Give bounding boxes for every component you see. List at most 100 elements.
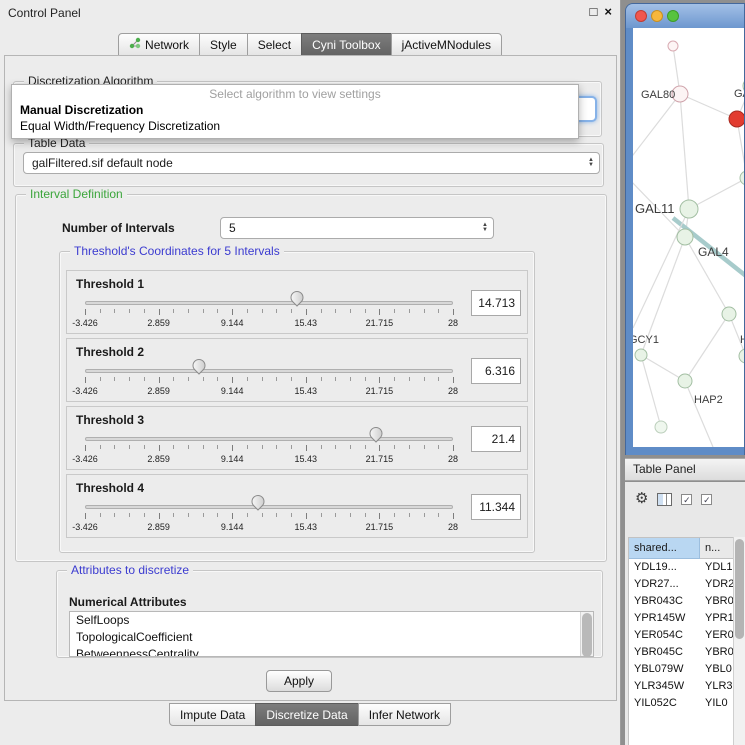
node-table[interactable]: shared...n... YDL19...YDL1YDR27...YDR2YB… [628, 537, 734, 745]
table-cell[interactable]: YBR0 [700, 644, 733, 661]
network-node[interactable] [655, 421, 667, 433]
attributes-scrollbar[interactable] [580, 612, 593, 656]
table-cell[interactable]: YDR2 [700, 576, 733, 593]
table-row[interactable]: YLR345WYLR3 [629, 678, 733, 695]
checkbox-icon[interactable]: ✓ [701, 494, 712, 505]
slider-track[interactable] [85, 505, 453, 509]
network-node[interactable] [740, 171, 744, 185]
threshold-slider[interactable]: -3.4262.8599.14415.4321.71528 [85, 363, 453, 399]
table-cell[interactable]: YPR1 [700, 610, 733, 627]
table-cell[interactable]: YLR345W [629, 678, 700, 695]
algorithm-option[interactable]: Manual Discretization [12, 102, 578, 118]
threshold-value[interactable]: 21.4 [471, 426, 521, 452]
table-cell[interactable]: YBR0 [700, 593, 733, 610]
threshold-value[interactable]: 6.316 [471, 358, 521, 384]
tab-jactivemnodules[interactable]: jActiveMNodules [391, 33, 502, 56]
table-cell[interactable]: YBL079W [629, 661, 700, 678]
bottom-tab-infer-network[interactable]: Infer Network [358, 703, 451, 726]
table-cell[interactable]: YBR043C [629, 593, 700, 610]
scale-label: 9.144 [221, 454, 244, 464]
network-node[interactable] [722, 307, 736, 321]
threshold-panel: Threshold 2 -3.4262.8599.14415.4321.7152… [66, 338, 528, 402]
network-edge[interactable] [685, 381, 713, 447]
table-row[interactable]: YBR045CYBR0 [629, 644, 733, 661]
checkbox-icon[interactable]: ✓ [681, 494, 692, 505]
table-cell[interactable]: YLR3 [700, 678, 733, 695]
number-of-intervals-combobox[interactable]: 5 ▲▼ [220, 217, 494, 239]
table-cell[interactable]: YER0 [700, 627, 733, 644]
threshold-value[interactable]: 14.713 [471, 290, 521, 316]
column-header[interactable]: shared... [629, 538, 700, 559]
threshold-value[interactable]: 11.344 [471, 494, 521, 520]
threshold-slider[interactable]: -3.4262.8599.14415.4321.71528 [85, 431, 453, 467]
table-row[interactable]: YBL079WYBL0 [629, 661, 733, 678]
table-data-combobox[interactable]: galFiltered.sif default node ▲▼ [23, 152, 600, 174]
table-cell[interactable]: YDR27... [629, 576, 700, 593]
apply-button[interactable]: Apply [266, 670, 332, 692]
column-header[interactable]: n... [700, 538, 733, 559]
network-node[interactable] [635, 349, 647, 361]
network-window-titlebar[interactable] [626, 4, 744, 28]
network-node[interactable] [680, 200, 698, 218]
network-edge[interactable] [633, 209, 689, 328]
table-row[interactable]: YBR043CYBR0 [629, 593, 733, 610]
attribute-list-item[interactable]: SelfLoops [70, 612, 593, 629]
attribute-list-item[interactable]: BetweennessCentrality [70, 646, 593, 657]
table-row[interactable]: YPR145WYPR1 [629, 610, 733, 627]
table-scrollbar-thumb[interactable] [735, 539, 744, 639]
threshold-slider[interactable]: -3.4262.8599.14415.4321.71528 [85, 295, 453, 331]
gear-icon[interactable]: ⚙ [635, 491, 648, 507]
table-row[interactable]: YDR27...YDR2 [629, 576, 733, 593]
network-node[interactable] [668, 41, 678, 51]
table-cell[interactable]: YDL1 [700, 559, 733, 576]
table-cell[interactable]: YBR045C [629, 644, 700, 661]
network-canvas[interactable]: GAL80GAGAL11GAL4GCY1HHAP2 [633, 28, 744, 447]
close-icon[interactable]: × [604, 4, 612, 19]
tab-network[interactable]: Network [118, 33, 200, 56]
table-row[interactable]: YIL052CYIL0 [629, 695, 733, 712]
table-cell[interactable]: YIL0 [700, 695, 733, 712]
threshold-slider[interactable]: -3.4262.8599.14415.4321.71528 [85, 499, 453, 535]
table-panel-toolbar: ⚙ ✓ ✓ [635, 490, 712, 508]
network-edge[interactable] [737, 119, 744, 178]
attributes-scrollbar-thumb[interactable] [582, 613, 592, 657]
algorithm-option[interactable]: Equal Width/Frequency Discretization [12, 118, 578, 134]
network-edge[interactable] [633, 94, 680, 168]
scale-label: 9.144 [221, 386, 244, 396]
table-cell[interactable]: YPR145W [629, 610, 700, 627]
network-graph[interactable]: GAL80GAGAL11GAL4GCY1HHAP2 [633, 28, 744, 447]
scale-label: 21.715 [366, 522, 394, 532]
table-scrollbar[interactable] [733, 537, 745, 745]
attribute-list-item[interactable]: TopologicalCoefficient [70, 629, 593, 646]
network-edge[interactable] [685, 314, 729, 381]
slider-track[interactable] [85, 369, 453, 373]
slider-track[interactable] [85, 437, 453, 441]
tab-style[interactable]: Style [199, 33, 248, 56]
slider-track[interactable] [85, 301, 453, 305]
tab-cyni-toolbox[interactable]: Cyni Toolbox [301, 33, 391, 56]
tab-select[interactable]: Select [247, 33, 302, 56]
table-cell[interactable]: YER054C [629, 627, 700, 644]
minimize-traffic-light-icon[interactable] [651, 10, 663, 22]
bottom-tab-impute-data[interactable]: Impute Data [169, 703, 256, 726]
network-node[interactable] [677, 229, 693, 245]
network-edge[interactable] [680, 94, 737, 119]
network-node[interactable] [678, 374, 692, 388]
table-cell[interactable]: YDL19... [629, 559, 700, 576]
network-node[interactable] [729, 111, 744, 127]
table-row[interactable]: YER054CYER0 [629, 627, 733, 644]
zoom-traffic-light-icon[interactable] [667, 10, 679, 22]
network-view-window[interactable]: GAL80GAGAL11GAL4GCY1HHAP2 [625, 3, 745, 455]
table-row[interactable]: YDL19...YDL1 [629, 559, 733, 576]
network-edge[interactable] [641, 355, 661, 427]
network-node[interactable] [739, 349, 744, 363]
close-traffic-light-icon[interactable] [635, 10, 647, 22]
float-window-icon[interactable]: □ [590, 4, 598, 19]
bottom-tab-discretize-data[interactable]: Discretize Data [255, 703, 358, 726]
numerical-attributes-list[interactable]: SelfLoopsTopologicalCoefficientBetweenne… [69, 611, 594, 657]
table-cell[interactable]: YIL052C [629, 695, 700, 712]
columns-icon[interactable] [657, 493, 672, 506]
network-edge[interactable] [680, 94, 689, 209]
network-node-label: GAL11 [635, 201, 675, 216]
table-cell[interactable]: YBL0 [700, 661, 733, 678]
